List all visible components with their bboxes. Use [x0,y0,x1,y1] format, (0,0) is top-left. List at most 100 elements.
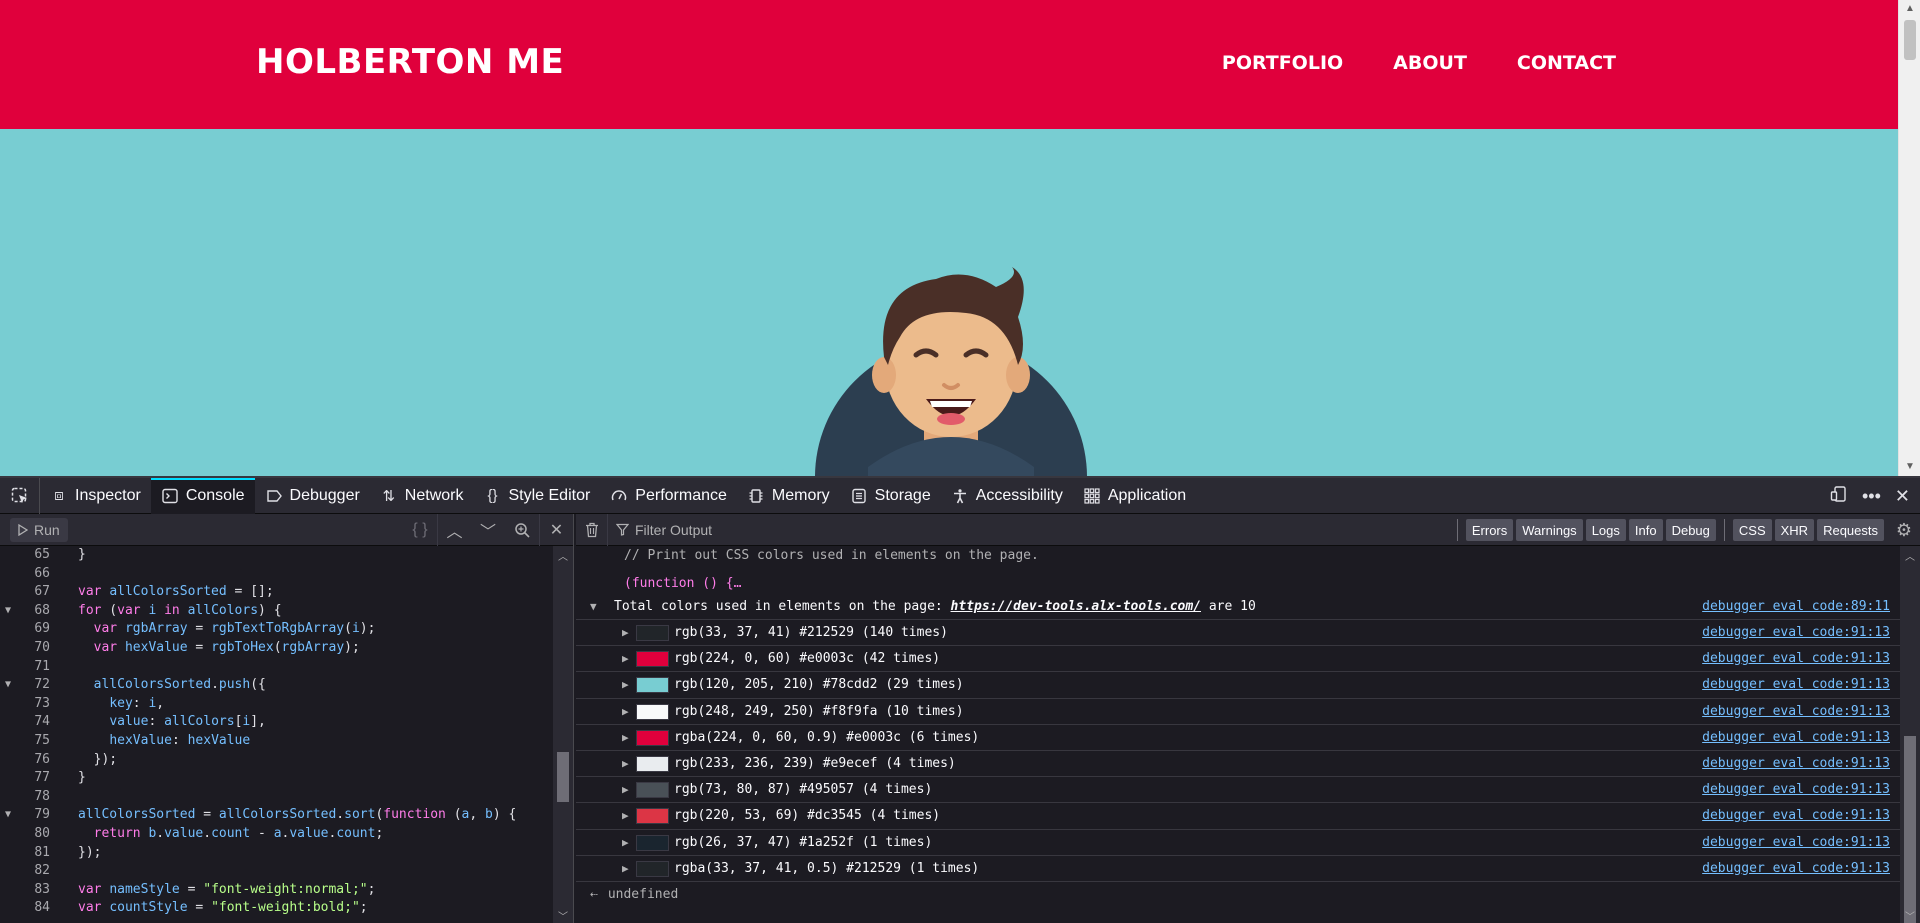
tab-application[interactable]: Application [1073,478,1196,514]
source-link[interactable]: debugger eval code:91:13 [1702,777,1890,803]
color-log-row[interactable]: ▶ rgb(73, 80, 87) #495057 (4 times) debugg… [576,777,1900,804]
filter-errors-button[interactable]: Errors [1465,519,1514,541]
code-line[interactable]: 74 value: allColors[i], [0,713,554,732]
caret-right-icon[interactable]: ▶ [622,672,629,698]
caret-right-icon[interactable]: ▶ [622,620,629,646]
caret-right-icon[interactable]: ▶ [622,699,629,725]
color-log-row[interactable]: ▶ rgb(33, 37, 41) #212529 (140 times) debu… [576,620,1900,647]
filter-css-button[interactable]: CSS [1732,519,1772,541]
source-link[interactable]: debugger eval code:91:13 [1702,699,1890,725]
more-options-icon[interactable]: ••• [1862,486,1881,507]
filter-debug-button[interactable]: Debug [1665,519,1716,541]
color-log-row[interactable]: ▶ rgba(33, 37, 41, 0.5) #212529 (1 times)… [576,856,1900,882]
fold-toggle-icon[interactable]: ▼ [5,602,11,621]
editor-scrollbar-thumb[interactable] [557,752,569,802]
filter-xhr-button[interactable]: XHR [1774,519,1815,541]
color-log-row[interactable]: ▶ rgb(120, 205, 210) #78cdd2 (29 times) de… [576,672,1900,699]
caret-right-icon[interactable]: ▶ [622,725,629,751]
caret-right-icon[interactable]: ▶ [622,803,629,829]
log-group-header[interactable]: ▼ Total colors used in elements on the p… [576,594,1900,620]
page-scrollbar[interactable]: ▲ ▼ [1898,0,1920,476]
code-line[interactable]: 73 key: i, [0,695,554,714]
scroll-down-icon[interactable]: ﹀ [1904,908,1916,923]
code-line[interactable]: 82 [0,862,554,881]
fold-toggle-icon[interactable]: ▼ [5,806,11,825]
scroll-down-icon[interactable]: ▼ [1904,461,1916,473]
nav-link-contact[interactable]: CONTACT [1517,52,1616,74]
filter-requests-button[interactable]: Requests [1817,519,1884,541]
nav-link-about[interactable]: ABOUT [1393,52,1467,74]
tab-network[interactable]: ⇅ Network [370,478,474,514]
source-link[interactable]: debugger eval code:91:13 [1702,725,1890,751]
source-link[interactable]: debugger eval code:91:13 [1702,803,1890,829]
tab-memory[interactable]: Memory [737,478,840,514]
editor-scrollbar[interactable]: ︿ ﹀ [553,546,573,923]
code-line[interactable]: 77} [0,769,554,788]
clear-console-icon[interactable] [576,513,608,546]
tab-inspector[interactable]: ⧈ Inspector [40,478,151,514]
code-line[interactable]: 81}); [0,844,554,863]
color-log-row[interactable]: ▶ rgba(224, 0, 60, 0.9) #e0003c (6 times)… [576,725,1900,751]
source-link[interactable]: debugger eval code:91:13 [1702,751,1890,777]
console-scrollbar[interactable]: ︿ ﹀ [1900,546,1920,923]
close-editor-icon[interactable]: ✕ [539,514,573,546]
close-devtools-icon[interactable]: ✕ [1895,486,1910,507]
code-line[interactable]: 80 return b.value.count - a.value.count; [0,825,554,844]
element-picker-icon[interactable] [0,477,40,514]
filter-output-input[interactable] [635,521,935,538]
source-link[interactable]: debugger eval code:91:13 [1702,672,1890,698]
tab-accessibility[interactable]: Accessibility [941,478,1073,514]
color-log-row[interactable]: ▶ rgb(224, 0, 60) #e0003c (42 times) debug… [576,646,1900,673]
code-line[interactable]: 78 [0,788,554,807]
run-button[interactable]: Run [10,517,68,542]
tab-performance[interactable]: Performance [600,478,737,514]
code-line[interactable]: 71 [0,658,554,677]
page-scrollbar-thumb[interactable] [1904,20,1916,60]
code-line[interactable]: 79 ▼ allColorsSorted = allColorsSorted.sor… [0,806,554,825]
caret-right-icon[interactable]: ▶ [622,777,629,803]
responsive-design-icon[interactable] [1830,485,1848,508]
source-link[interactable]: debugger eval code:91:13 [1702,646,1890,672]
pretty-print-icon[interactable]: { } [403,514,437,546]
fold-toggle-icon[interactable]: ▼ [5,676,11,695]
code-line[interactable]: 67 var allColorsSorted = []; [0,583,554,602]
code-editor[interactable]: 65} 66 67 var allColorsSorted = []; 68 ▼ for (… [0,546,554,923]
caret-right-icon[interactable]: ▶ [622,830,629,856]
reverse-search-icon[interactable] [505,514,539,546]
code-line[interactable]: 72 ▼ allColorsSorted.push({ [0,676,554,695]
nav-link-portfolio[interactable]: PORTFOLIO [1222,52,1343,74]
caret-down-icon[interactable]: ▼ [590,594,597,620]
code-line[interactable]: 66 [0,565,554,584]
code-line[interactable]: 75 hexValue: hexValue [0,732,554,751]
caret-right-icon[interactable]: ▶ [622,646,629,672]
scroll-up-icon[interactable]: ▲ [1904,3,1916,15]
console-settings-icon[interactable]: ⚙ [1892,518,1916,542]
code-line[interactable]: 84 var countStyle = "font-weight:bold;"; [0,899,554,918]
code-line[interactable]: 68 ▼ for (var i in allColors) { [0,602,554,621]
history-up-icon[interactable]: ︿ [437,514,471,546]
site-logo[interactable]: HOLBERTON ME [256,42,564,82]
tab-console[interactable]: Console [150,477,255,514]
scroll-down-icon[interactable]: ﹀ [557,908,569,923]
scroll-up-icon[interactable]: ︿ [557,548,569,563]
code-line[interactable]: 70 var hexValue = rgbToHex(rgbArray); [0,639,554,658]
color-log-row[interactable]: ▶ rgb(233, 236, 239) #e9ecef (4 times) deb… [576,751,1900,778]
tab-style-editor[interactable]: {} Style Editor [473,478,600,514]
history-down-icon[interactable]: ﹀ [471,514,505,546]
source-link[interactable]: debugger eval code:89:11 [1702,594,1890,620]
code-line[interactable]: 83 var nameStyle = "font-weight:normal;"; [0,881,554,900]
code-line[interactable]: 69 var rgbArray = rgbTextToRgbArray(i); [0,620,554,639]
color-log-row[interactable]: ▶ rgb(248, 249, 250) #f8f9fa (10 times) de… [576,699,1900,725]
filter-logs-button[interactable]: Logs [1585,519,1626,541]
filter-warnings-button[interactable]: Warnings [1516,519,1583,541]
source-link[interactable]: debugger eval code:91:13 [1702,620,1890,646]
source-link[interactable]: debugger eval code:91:13 [1702,830,1890,856]
tab-debugger[interactable]: Debugger [255,478,370,514]
console-scrollbar-thumb[interactable] [1904,736,1916,923]
caret-right-icon[interactable]: ▶ [622,856,629,882]
scroll-up-icon[interactable]: ︿ [1904,548,1916,563]
code-line[interactable]: 76 }); [0,751,554,770]
filter-info-button[interactable]: Info [1628,519,1663,541]
tab-storage[interactable]: Storage [840,478,941,514]
color-log-row[interactable]: ▶ rgb(220, 53, 69) #dc3545 (4 times) debug… [576,803,1900,830]
